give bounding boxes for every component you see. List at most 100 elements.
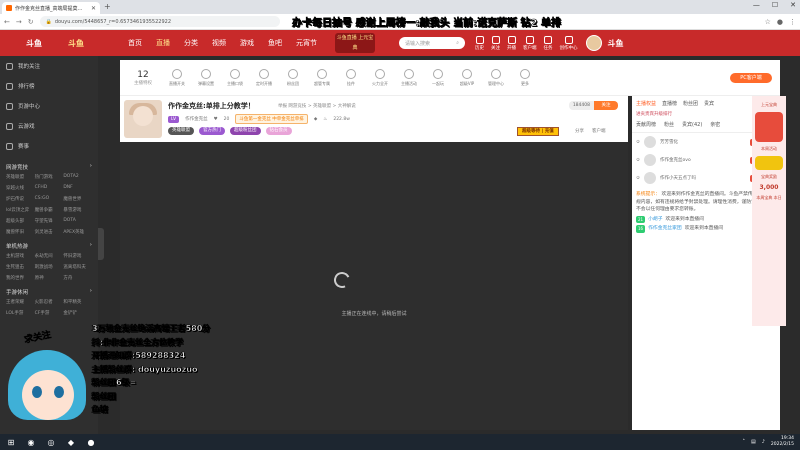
- search-input[interactable]: 请输入搜索 ⌕: [399, 37, 465, 49]
- sidebar-category-link[interactable]: 穿越火线: [6, 185, 35, 191]
- tab-live-rank[interactable]: 直播榜: [662, 100, 677, 107]
- sidebar-category-link[interactable]: 王者荣耀: [6, 299, 35, 305]
- sidebar-item-ranking[interactable]: 排行榜: [0, 76, 98, 96]
- nav-live[interactable]: 直播: [156, 38, 170, 48]
- gift-button[interactable]: 超级等待 | 充值: [517, 127, 559, 136]
- nav-games[interactable]: 游戏: [240, 38, 254, 48]
- sidebar-category-link[interactable]: 英雄联盟: [6, 174, 35, 180]
- pill-fanclub[interactable]: 超级粉丝团: [230, 127, 261, 135]
- sidebar-category-link[interactable]: CFHD: [35, 185, 64, 191]
- toolbar-tool[interactable]: 直播开关: [166, 68, 188, 87]
- toolbar-tool[interactable]: 火力全开: [369, 68, 391, 87]
- clock[interactable]: 19:34 2022/2/15: [771, 436, 794, 448]
- user-avatar[interactable]: [585, 35, 602, 51]
- sidebar-category-link[interactable]: 怀旧游戏: [63, 253, 92, 259]
- pill-hot[interactable]: 官方热门: [199, 127, 225, 135]
- chat-user[interactable]: 小胡子: [648, 216, 662, 224]
- sidebar-item-cloudgames[interactable]: 云游戏: [0, 116, 98, 136]
- pill-diamond[interactable]: 钻石会员: [265, 127, 292, 135]
- sidebar-category-link[interactable]: 金铲铲: [63, 310, 92, 316]
- ad-button[interactable]: [755, 156, 783, 170]
- tab-fans[interactable]: 粉丝: [664, 121, 674, 128]
- sidebar-item-events[interactable]: 赛事: [0, 136, 98, 156]
- nav-video[interactable]: 视频: [212, 38, 226, 48]
- ad-column[interactable]: 上元宝典 本周活动 宝典奖励 3,000 本周宝典 本日: [752, 96, 786, 326]
- sidebar-collapse-handle[interactable]: [98, 228, 104, 260]
- start-icon[interactable]: ⊞: [2, 435, 20, 449]
- toolbar-tool[interactable]: 定时开播: [253, 68, 275, 87]
- toolbar-tool[interactable]: 主播活动: [398, 68, 420, 87]
- url-field[interactable]: 🔒 douyu.com/5448657_r=0.65734619355229​2…: [39, 16, 280, 27]
- app-icon[interactable]: ◉: [22, 435, 40, 449]
- minimize-icon[interactable]: —: [753, 1, 760, 9]
- sidebar-category-link[interactable]: 永劫无间: [35, 253, 64, 259]
- volume-icon[interactable]: ♪: [762, 439, 765, 445]
- toolbar-tool[interactable]: 超管专属: [311, 68, 333, 87]
- sidebar-category-link[interactable]: 主机游戏: [6, 253, 35, 259]
- sidebar-category-link[interactable]: 暴雪游戏: [63, 207, 92, 213]
- chrome-icon[interactable]: ◎: [42, 435, 60, 449]
- sidebar-category-link[interactable]: CF手游: [35, 310, 64, 316]
- sidebar-category-link[interactable]: 守望先锋: [35, 218, 64, 224]
- sidebar-category-link[interactable]: 我的世界: [6, 275, 35, 281]
- sidebar-category-link[interactable]: LOL手游: [6, 310, 35, 316]
- toolbar-tool[interactable]: 粉丝团: [282, 68, 304, 87]
- league-icon[interactable]: ◆: [62, 435, 80, 449]
- nav-lantern[interactable]: 元宵节: [296, 38, 317, 48]
- chat-user[interactable]: 作作金克丝家团: [648, 225, 682, 233]
- sidebar-category-link[interactable]: 魔兽世界: [63, 196, 92, 202]
- tab-intimacy[interactable]: 亲密: [710, 121, 720, 128]
- follow-button[interactable]: 关注: [491, 35, 500, 51]
- client-button[interactable]: 客户端: [592, 128, 606, 134]
- sidebar-section-mobile-games[interactable]: 手游休闲 ›: [0, 285, 98, 299]
- nav-home[interactable]: 首页: [128, 38, 142, 48]
- streamer-name[interactable]: 作作金克丝: [185, 116, 208, 122]
- sidebar-section-mobile-esports[interactable]: 网游竞技 ›: [0, 160, 98, 174]
- browser-tab[interactable]: 作作金克丝直播_高端局提莫… ✕: [2, 2, 100, 14]
- sidebar-category-link[interactable]: DOTA2: [63, 174, 92, 180]
- tray-up-icon[interactable]: ˄: [742, 439, 745, 445]
- network-icon[interactable]: ▤: [751, 439, 756, 445]
- sidebar-section-single-player[interactable]: 单机热游 ›: [0, 239, 98, 253]
- reload-icon[interactable]: ↻: [28, 18, 34, 26]
- sidebar-category-link[interactable]: CS:GO: [35, 196, 64, 202]
- room-breadcrumb[interactable]: 举报 网游竞技 > 英雄联盟 > 大神解说: [278, 103, 356, 109]
- toolbar-tool[interactable]: 一起玩: [427, 68, 449, 87]
- share-button[interactable]: 分享: [575, 128, 584, 134]
- sidebar-category-link[interactable]: 魔兽怀旧: [6, 229, 35, 235]
- sidebar-category-link[interactable]: 热门游戏: [35, 174, 64, 180]
- close-window-icon[interactable]: ✕: [790, 1, 796, 9]
- close-tab-icon[interactable]: ✕: [91, 5, 96, 12]
- tab-weekly[interactable]: 贡献周榜: [636, 121, 656, 128]
- client-button[interactable]: 客户端: [523, 35, 537, 51]
- nav-fishbar[interactable]: 鱼吧: [268, 38, 282, 48]
- sidebar-category-link[interactable]: 刺激战场: [35, 264, 64, 270]
- site-logo[interactable]: 斗鱼: [0, 30, 68, 56]
- new-tab-icon[interactable]: +: [104, 2, 111, 11]
- sidebar-category-link[interactable]: 原神: [35, 275, 64, 281]
- task-button[interactable]: 任务: [544, 35, 553, 51]
- toolbar-tool[interactable]: 超级VIP: [456, 68, 478, 87]
- sidebar-category-link[interactable]: 和平精英: [63, 299, 92, 305]
- menu-icon[interactable]: ⋮: [789, 18, 796, 26]
- forward-icon[interactable]: →: [16, 18, 22, 26]
- sidebar-category-link[interactable]: 剑灵进击: [35, 229, 64, 235]
- sidebar-category-link[interactable]: APEX英雄: [63, 229, 92, 235]
- star-icon[interactable]: ☆: [765, 18, 771, 26]
- creator-button[interactable]: 创作中心: [560, 35, 578, 51]
- follow-button[interactable]: 关注: [594, 101, 618, 110]
- nav-category[interactable]: 分类: [184, 38, 198, 48]
- back-icon[interactable]: ←: [4, 18, 10, 26]
- event-badge[interactable]: 斗鱼直播 上元宝典: [335, 33, 375, 53]
- tab-guests[interactable]: 贵宾(42): [682, 121, 702, 128]
- sidebar-category-link[interactable]: DOTA: [63, 218, 92, 224]
- pc-client-button[interactable]: PC客户端: [730, 72, 772, 83]
- toolbar-tool[interactable]: 管理中心: [485, 68, 507, 87]
- sidebar-category-link[interactable]: lol云顶之弈: [6, 207, 35, 213]
- profile-icon[interactable]: ●: [777, 18, 783, 26]
- obs-icon[interactable]: ●: [82, 435, 100, 449]
- toolbar-tool[interactable]: 主播口袋: [224, 68, 246, 87]
- tab-fanclub[interactable]: 粉丝团: [683, 100, 698, 107]
- sidebar-category-link[interactable]: 生死狙击: [6, 264, 35, 270]
- charity-badge[interactable]: 斗鱼第一金克丝 中单金克丝单排: [235, 114, 308, 124]
